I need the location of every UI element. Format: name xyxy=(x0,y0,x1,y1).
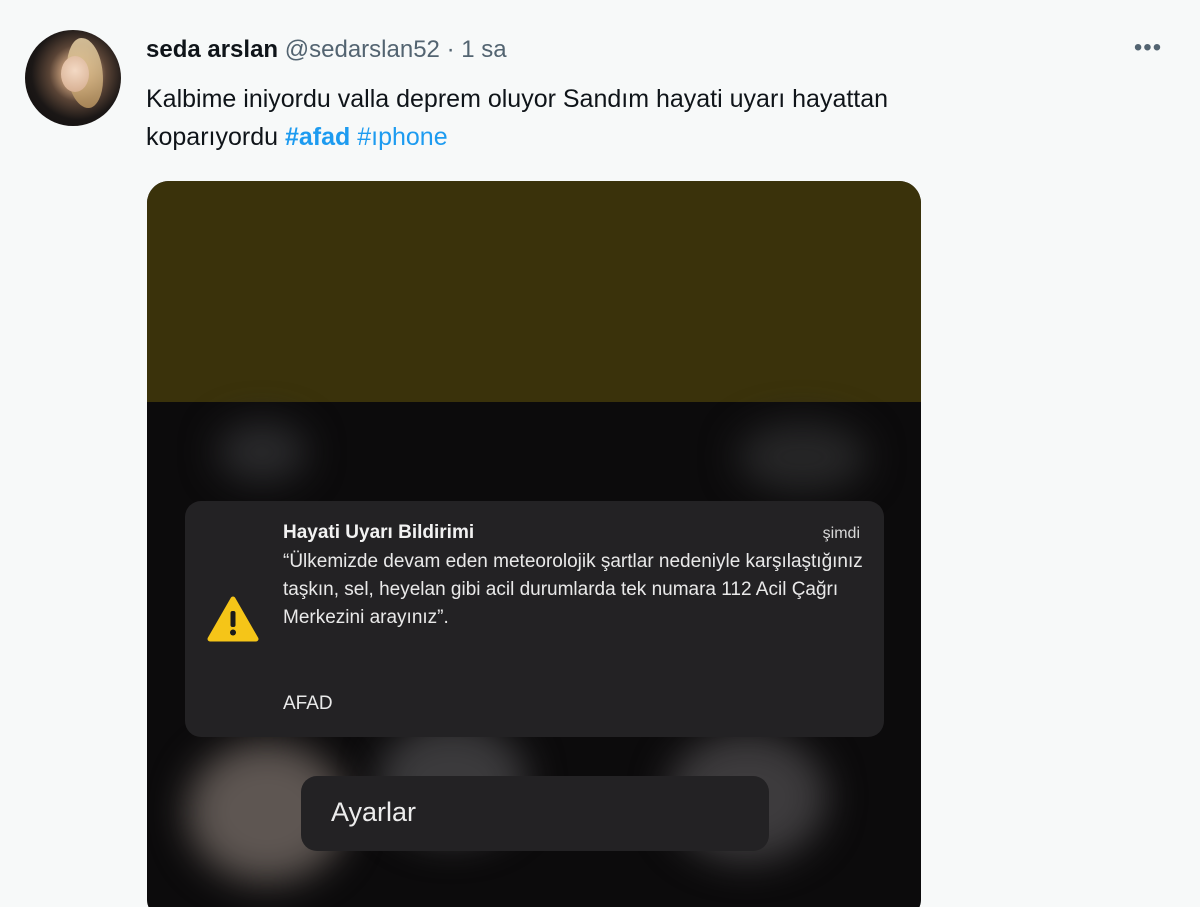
avatar[interactable] xyxy=(25,30,121,126)
tweet-text: Kalbime iniyordu valla deprem oluyor San… xyxy=(146,80,1086,156)
author-name[interactable]: seda arslan xyxy=(146,36,278,63)
notification-time: şimdi xyxy=(822,525,860,542)
hashtag-afad[interactable]: #afad xyxy=(285,123,350,151)
settings-button-label: Ayarlar xyxy=(331,797,417,827)
notification-source: AFAD xyxy=(283,693,333,714)
blurred-shape xyxy=(737,422,867,492)
tweet-text-line1: Kalbime iniyordu valla deprem oluyor San… xyxy=(146,85,889,113)
settings-button[interactable]: Ayarlar xyxy=(301,776,769,851)
media-top-area xyxy=(147,181,921,402)
notification-body: “Ülkemizde devam eden meteorolojik şartl… xyxy=(283,551,863,628)
tweet-header: seda arslan @sedarslan52 · 1 sa xyxy=(146,36,507,64)
blurred-shape xyxy=(217,422,307,482)
header-separator: · xyxy=(446,36,455,63)
tweet-media-image[interactable]: Hayati Uyarı Bildirimi şimdi “Ülkemizde … xyxy=(147,181,921,907)
author-handle[interactable]: @sedarslan52 xyxy=(285,36,440,63)
tweet-time[interactable]: 1 sa xyxy=(461,36,506,63)
more-horizontal-icon[interactable]: ••• xyxy=(1128,34,1168,62)
warning-triangle-icon xyxy=(207,596,259,642)
tweet: seda arslan @sedarslan52 · 1 sa ••• Kalb… xyxy=(0,0,1200,907)
tweet-text-line2: koparıyordu xyxy=(146,123,285,151)
hashtag-iphone[interactable]: #ıphone xyxy=(357,123,447,151)
notification-card[interactable]: Hayati Uyarı Bildirimi şimdi “Ülkemizde … xyxy=(185,501,884,737)
avatar-face xyxy=(61,56,89,92)
notification-title: Hayati Uyarı Bildirimi xyxy=(283,522,475,543)
